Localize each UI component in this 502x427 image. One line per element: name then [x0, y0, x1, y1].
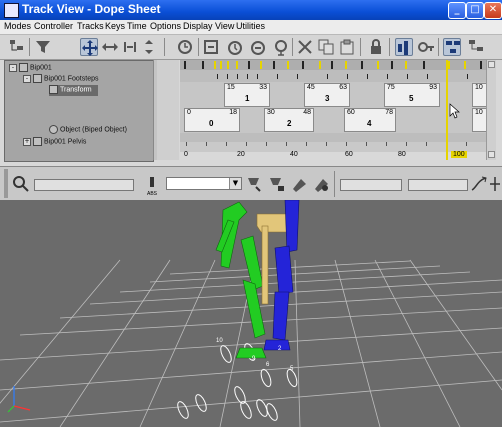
track-view-status-bar: ABS ▼ — [0, 166, 502, 201]
menu-keys[interactable]: Keys — [105, 21, 125, 31]
footstep-block-3[interactable]: 45 63 3 — [304, 83, 350, 107]
footstep-outlines — [177, 343, 298, 421]
transform-icon — [49, 85, 58, 94]
edit-keys-icon[interactable] — [443, 38, 461, 56]
paste-icon[interactable] — [338, 38, 356, 56]
footstep-block-0[interactable]: 0 18 0 — [184, 108, 240, 132]
menu-utilities[interactable]: Utilities — [236, 21, 265, 31]
scale-values-icon[interactable] — [140, 38, 158, 56]
show-keyable-icon[interactable] — [417, 38, 435, 56]
menu-controller[interactable]: Controller — [34, 21, 73, 31]
copy-icon[interactable] — [317, 38, 335, 56]
pan-icon[interactable] — [290, 175, 308, 193]
biped-character — [215, 200, 300, 359]
scroll-icon[interactable] — [486, 175, 502, 193]
value-field[interactable] — [408, 179, 468, 191]
lock-selection-icon[interactable] — [367, 38, 385, 56]
dope-sheet-track-area[interactable]: 15 33 1 45 63 3 75 93 5 10 0 18 0 30 48 … — [180, 60, 494, 160]
expand-icon[interactable]: - — [23, 74, 31, 83]
ruler-label: 80 — [398, 151, 406, 158]
tree-item-object[interactable]: Object (Biped Object) — [49, 125, 127, 136]
footstep-block-4[interactable]: 60 78 4 — [344, 108, 396, 132]
scene-svg: 10 9 6 5 2 — [0, 200, 502, 427]
ruler-label: 40 — [290, 151, 298, 158]
set-key-icon[interactable] — [246, 175, 264, 193]
select-keys-icon[interactable] — [268, 175, 286, 193]
menu-display[interactable]: Display — [183, 21, 213, 31]
snap-frames-icon[interactable] — [395, 38, 413, 56]
scroll-up-icon[interactable] — [488, 61, 495, 68]
tree-item-footsteps[interactable]: - Bip001 Footsteps — [23, 74, 98, 85]
filter-icon[interactable] — [34, 38, 52, 56]
expand-icon[interactable]: - — [9, 63, 17, 72]
object-icon — [33, 74, 42, 83]
zoom-icon[interactable] — [12, 175, 30, 193]
object-icon — [49, 125, 58, 134]
track-view-window: Track View - Dope Sheet _ □ ✕ Modes Cont… — [0, 0, 502, 166]
reverse-time-icon[interactable] — [272, 38, 290, 56]
edit-ranges-icon[interactable] — [467, 38, 485, 56]
footstep-label: 5 — [290, 366, 294, 372]
main-toolbar — [0, 35, 502, 60]
move-keys-icon[interactable] — [80, 38, 98, 56]
3d-viewport[interactable]: 10 9 6 5 2 — [0, 200, 502, 427]
chevron-down-icon: ▼ — [229, 178, 241, 189]
scale-keys-icon[interactable] — [121, 38, 139, 56]
ruler-label: 60 — [345, 151, 353, 158]
footstep-block-1[interactable]: 15 33 1 — [224, 83, 270, 107]
select-time-icon[interactable] — [226, 38, 244, 56]
menu-options[interactable]: Options — [150, 21, 181, 31]
current-frame-label: 100 — [451, 151, 467, 158]
footstep-block-5[interactable]: 75 93 5 — [384, 83, 440, 107]
menu-time[interactable]: Time — [127, 21, 147, 31]
slide-keys-icon[interactable] — [101, 38, 119, 56]
close-button[interactable]: ✕ — [484, 2, 502, 19]
scale-time-icon[interactable] — [202, 38, 220, 56]
frame-field[interactable] — [340, 179, 402, 191]
insert-time-icon[interactable] — [176, 38, 194, 56]
zoom-region-icon[interactable] — [312, 175, 330, 193]
vertical-scrollbar[interactable] — [486, 60, 496, 160]
abs-label: ABS — [147, 191, 158, 197]
track-gutter — [157, 60, 179, 160]
tree-item-bip001[interactable]: - Bip001 — [9, 63, 52, 74]
tree-item-pelvis[interactable]: + Bip001 Pelvis — [23, 137, 86, 148]
menu-view[interactable]: View — [215, 21, 234, 31]
expand-icon[interactable]: + — [23, 137, 31, 146]
footstep-block-2[interactable]: 30 48 2 — [264, 108, 314, 132]
track-name-field[interactable] — [34, 179, 134, 191]
window-title: Track View - Dope Sheet — [22, 2, 161, 16]
footstep-label: 10 — [216, 338, 223, 344]
filter-dropdown[interactable]: ▼ — [166, 177, 242, 190]
ruler-label: 0 — [184, 151, 188, 158]
tree-item-transform[interactable]: Transform — [49, 85, 98, 96]
menu-modes[interactable]: Modes — [4, 21, 31, 31]
footstep-label: 6 — [266, 362, 270, 368]
title-bar[interactable]: Track View - Dope Sheet _ □ ✕ — [0, 0, 502, 20]
controller-tree: - Bip001 - Bip001 Footsteps Transform Obje… — [4, 60, 154, 162]
maximize-button[interactable]: □ — [466, 2, 484, 19]
menu-tracks[interactable]: Tracks — [77, 21, 104, 31]
hierarchy-icon[interactable] — [8, 38, 26, 56]
object-icon — [19, 63, 28, 72]
delete-time-icon[interactable] — [249, 38, 267, 56]
app-icon — [4, 3, 19, 18]
minimize-button[interactable]: _ — [448, 2, 466, 19]
menu-bar: Modes Controller Tracks Keys Time Option… — [0, 20, 502, 35]
cut-icon[interactable] — [296, 38, 314, 56]
ruler-label: 20 — [237, 151, 245, 158]
scroll-down-icon[interactable] — [488, 151, 495, 158]
object-icon — [33, 137, 42, 146]
